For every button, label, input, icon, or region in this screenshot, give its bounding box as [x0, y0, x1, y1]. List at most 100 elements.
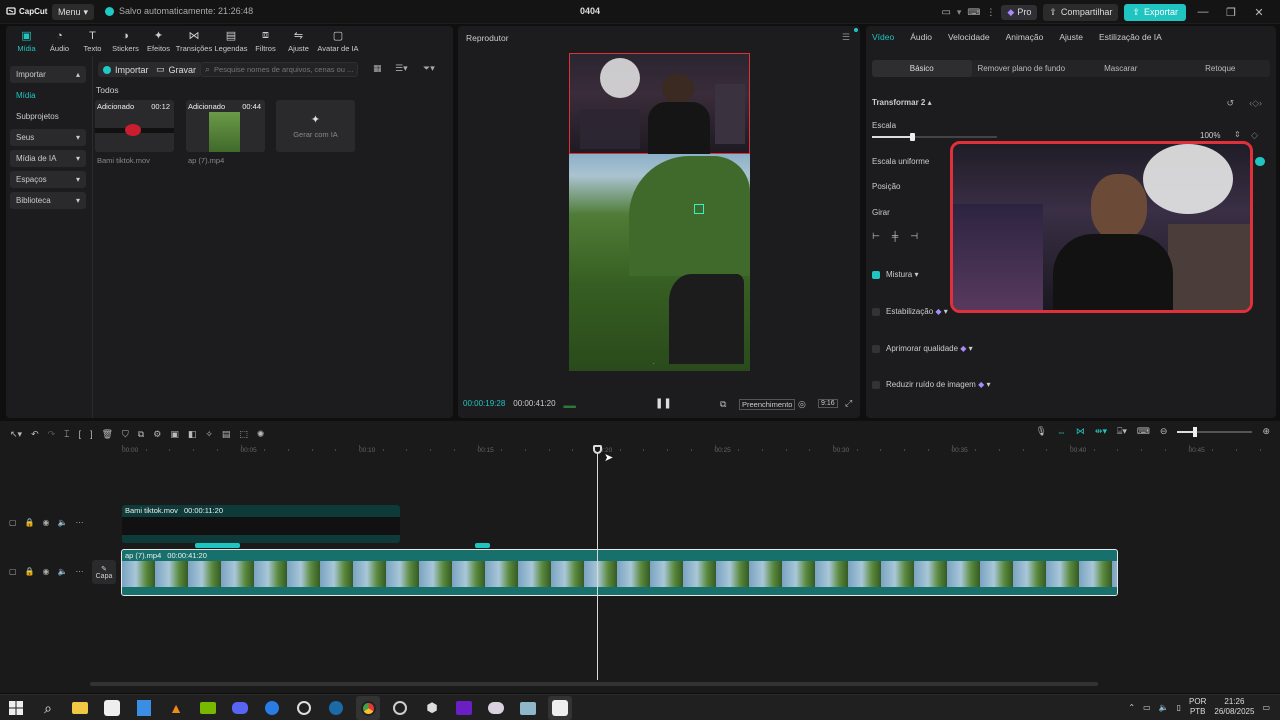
unity-icon[interactable]: ⬢ — [420, 696, 444, 720]
screenshot-icon[interactable]: ◎ — [798, 399, 806, 410]
discord-icon[interactable] — [228, 696, 252, 720]
pause-icon[interactable]: ❚❚ — [655, 398, 672, 409]
tab-text[interactable]: T Texto — [76, 26, 109, 56]
stabilize-checkbox[interactable] — [872, 307, 880, 316]
sidebar-item[interactable]: Biblioteca ▾ — [10, 192, 86, 209]
time-ruler[interactable]: 00:00 00:05 00:10 00:15 00:20 00:25 00:30 00:35… — [0, 421, 1280, 461]
notification-icon[interactable]: ▭ — [1262, 703, 1270, 712]
speaker-icon[interactable]: 🔈 — [58, 567, 68, 576]
transform-header[interactable]: Transformar 2 ▴ — [872, 98, 932, 107]
export-button[interactable]: ⇧ Exportar — [1124, 3, 1186, 21]
sidebar-item[interactable]: Espaços ▾ — [10, 171, 86, 188]
crop-icon[interactable]: ⧉ — [720, 399, 726, 410]
volume-icon[interactable]: 🔈 — [1159, 703, 1169, 712]
search-icon[interactable]: ⌕ — [36, 696, 60, 720]
chevron-up-icon[interactable]: ⌃ — [1128, 703, 1135, 712]
record-button[interactable]: ▭ Gravar — [151, 62, 202, 77]
tab-sticker[interactable]: ◑ Stickers — [109, 26, 142, 56]
sort-icon[interactable]: ☰▾ — [395, 63, 408, 74]
stabilize-row[interactable]: Estabilização ◆ ▾ — [872, 307, 948, 316]
track-icon[interactable]: ▢ — [9, 567, 17, 576]
import-button[interactable]: Importar — [98, 62, 154, 77]
tab-effects[interactable]: ✦ Efeitos — [142, 26, 175, 56]
playhead[interactable] — [593, 445, 602, 680]
layout-icon[interactable]: ▭ — [941, 7, 950, 18]
filter-icon[interactable]: ⏷▾ — [423, 63, 435, 74]
obs-icon[interactable] — [292, 696, 316, 720]
stepper-icon[interactable]: ⇕ — [1234, 130, 1241, 139]
fullscreen-icon[interactable]: ⤢ — [845, 398, 852, 409]
capcut-app-icon[interactable] — [100, 696, 124, 720]
game-icon[interactable] — [484, 696, 508, 720]
ratio-button[interactable]: 9:16 — [818, 399, 838, 408]
align-right-icon[interactable]: ⊣ — [910, 231, 918, 242]
keyframe-icon[interactable]: ◇ — [1251, 130, 1258, 141]
close-icon[interactable]: ✕ — [1248, 6, 1270, 19]
menu-icon[interactable]: ☰ — [842, 32, 850, 43]
chevron-down-icon[interactable]: ▾ — [957, 7, 962, 18]
menu-button[interactable]: Menu ▾ — [52, 4, 95, 20]
tab-avatar[interactable]: ▢ Avatar de IA — [315, 26, 361, 56]
vlc-icon[interactable]: ▲ — [164, 696, 188, 720]
sidebar-item[interactable]: Subprojetos — [10, 108, 86, 125]
property-tab[interactable]: Velocidade — [948, 32, 990, 42]
scale-slider[interactable] — [872, 133, 997, 141]
ai-generate-card[interactable]: ✦ Gerar com IA — [276, 100, 355, 152]
lock-icon[interactable]: 🔒 — [25, 567, 35, 576]
keyboard-icon[interactable]: ⌨ — [967, 7, 980, 18]
property-subtab[interactable]: Básico — [872, 60, 972, 77]
capcut-running-icon[interactable] — [548, 696, 572, 720]
blend-checkbox[interactable] — [872, 270, 880, 279]
tab-captions[interactable]: ▤ Legendas — [213, 26, 249, 56]
align-left-icon[interactable]: ⊢ — [872, 231, 880, 242]
property-subtab[interactable]: Remover plano de fundo — [972, 60, 1072, 77]
keyframe-icon[interactable]: ‹◇› — [1249, 98, 1262, 109]
tab-transitions[interactable]: ⋈ Transições — [175, 26, 213, 56]
sidebar-item[interactable]: Mídia de IA ▾ — [10, 150, 86, 167]
eye-icon[interactable]: ◉ — [43, 567, 50, 576]
sidebar-item[interactable]: Importar ▴ — [10, 66, 86, 83]
lock-icon[interactable]: 🔒 — [25, 518, 35, 527]
network-icon[interactable]: ▭ — [1143, 703, 1151, 712]
xbox-app-icon[interactable] — [452, 696, 476, 720]
webcam-preview-popup[interactable] — [950, 141, 1253, 313]
video-canvas[interactable]: · — [569, 53, 750, 371]
search-input[interactable] — [214, 65, 353, 74]
enhance-row[interactable]: Aprimorar qualidade ◆ ▾ — [872, 344, 973, 353]
fill-mode-button[interactable]: Preenchimento — [739, 399, 796, 410]
language-indicator[interactable]: POR PTB — [1189, 697, 1206, 717]
property-tab[interactable]: Vídeo — [872, 32, 894, 42]
notepad-icon[interactable] — [132, 696, 156, 720]
windows-start-icon[interactable] — [4, 696, 28, 720]
steam-icon[interactable] — [324, 696, 348, 720]
property-tab[interactable]: Animação — [1006, 32, 1044, 42]
uniform-scale-toggle[interactable] — [1255, 157, 1265, 166]
property-tab[interactable]: Estilização de IA — [1099, 32, 1162, 42]
more-icon[interactable]: ⋯ — [75, 518, 83, 527]
property-tab[interactable]: Ajuste — [1059, 32, 1083, 42]
sidebar-item[interactable]: Seus ▾ — [10, 129, 86, 146]
media-item-1[interactable]: Adicionado 00:12 — [95, 100, 174, 152]
battery-icon[interactable]: ▯ — [1177, 703, 1181, 712]
keyframe-markers[interactable] — [195, 543, 240, 548]
clock[interactable]: 21:26 26/08/2025 — [1214, 697, 1254, 717]
restore-icon[interactable]: ❐ — [1220, 6, 1242, 19]
reset-icon[interactable]: ↺ — [1226, 98, 1234, 109]
scale-slider-handle[interactable] — [910, 133, 915, 141]
webcam-overlay[interactable] — [569, 53, 750, 154]
playhead-handle[interactable] — [593, 445, 602, 454]
align-center-icon[interactable]: ╪ — [892, 231, 898, 242]
scale-value[interactable]: 100% — [1200, 131, 1220, 140]
clip-main[interactable]: ap (7).mp4 00:00:41:20 — [121, 549, 1118, 596]
nvidia-icon[interactable] — [196, 696, 220, 720]
share-button[interactable]: ⇪ Compartilhar — [1043, 3, 1119, 21]
grid-view-icon[interactable]: ▦ — [373, 63, 382, 74]
property-subtab[interactable]: Mascarar — [1071, 60, 1171, 77]
track-icon[interactable]: ▢ — [9, 518, 17, 527]
eye-icon[interactable]: ◉ — [43, 518, 50, 527]
tab-media[interactable]: ▣ Mídia — [10, 26, 43, 56]
property-tab[interactable]: Áudio — [910, 32, 932, 42]
sidebar-item[interactable]: Mídia — [10, 87, 86, 104]
tab-adjust[interactable]: ⇋ Ajuste — [282, 26, 315, 56]
speaker-icon[interactable]: 🔈 — [58, 518, 68, 527]
